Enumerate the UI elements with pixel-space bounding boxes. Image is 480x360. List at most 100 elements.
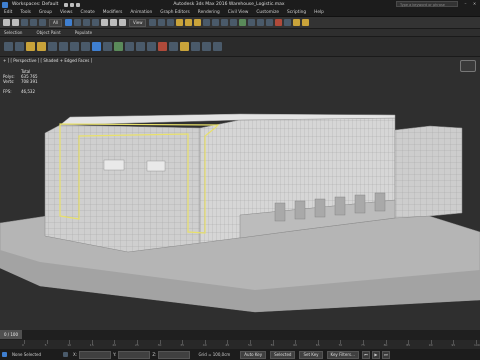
tool-20-icon[interactable] — [213, 42, 222, 51]
tool-15-icon[interactable] — [158, 42, 167, 51]
tool-6-icon[interactable] — [59, 42, 68, 51]
track-bar[interactable]: 0 5 10 15 20 25 30 35 40 45 50 55 60 65 70 75 80 85 90 95 10… — [0, 340, 480, 349]
goto-end-icon[interactable]: ⏭ — [381, 350, 390, 359]
x-coordinate-field[interactable] — [79, 350, 112, 359]
manipulate-icon[interactable] — [158, 19, 166, 26]
render-production-icon[interactable] — [302, 19, 310, 26]
angle-snap-icon[interactable] — [185, 19, 193, 26]
layer-explorer-icon[interactable] — [239, 19, 247, 26]
ribbon-tab-populate[interactable]: Populate — [75, 30, 92, 35]
tool-13-icon[interactable] — [136, 42, 145, 51]
named-selection-icon[interactable] — [212, 19, 220, 26]
tool-17-icon[interactable] — [180, 42, 189, 51]
tool-10-icon[interactable] — [103, 42, 112, 51]
spinner-snap-icon[interactable] — [203, 19, 211, 26]
select-rotate-icon[interactable] — [109, 19, 117, 26]
rectangular-selection-icon[interactable] — [82, 19, 90, 26]
reference-coordinate-dropdown[interactable]: View — [128, 18, 147, 27]
menu-bar: Edit Tools Group Views Create Modifiers … — [0, 9, 480, 17]
menu-modifiers[interactable]: Modifiers — [103, 10, 123, 15]
select-by-name-icon[interactable] — [73, 19, 81, 26]
z-coordinate-field[interactable] — [158, 350, 191, 359]
key-mode-dropdown[interactable]: Selected — [270, 350, 296, 359]
unlink-icon[interactable] — [30, 19, 37, 26]
timeline-tick-label: 25 — [135, 343, 139, 347]
auto-key-button[interactable]: Auto Key — [240, 350, 267, 359]
quick-access-redo-icon[interactable] — [76, 2, 81, 7]
menu-graph-editors[interactable]: Graph Editors — [160, 10, 190, 15]
frame-counter[interactable]: 0 / 100 — [0, 330, 22, 339]
menu-tools[interactable]: Tools — [20, 10, 31, 15]
timeline-tick-label: 65 — [315, 343, 320, 347]
render-setup-icon[interactable] — [284, 19, 292, 26]
quick-access-undo-icon[interactable] — [70, 2, 75, 7]
timeline-tick-label: 75 — [361, 343, 365, 347]
tool-2-icon[interactable] — [15, 42, 24, 51]
snaps-toggle-icon[interactable] — [176, 19, 184, 26]
percent-snap-icon[interactable] — [194, 19, 202, 26]
play-icon[interactable]: ▶ — [371, 350, 380, 359]
select-scale-icon[interactable] — [118, 19, 126, 26]
tool-1-icon[interactable] — [4, 42, 13, 51]
goto-start-icon[interactable]: ⏮ — [361, 350, 370, 359]
sun-icon[interactable] — [37, 42, 46, 51]
align-icon[interactable] — [230, 19, 238, 26]
tool-8-icon[interactable] — [81, 42, 90, 51]
quick-access-save-icon[interactable] — [64, 2, 69, 7]
time-slider[interactable]: 0 / 100 — [0, 330, 480, 340]
menu-scripting[interactable]: Scripting — [287, 10, 306, 15]
timeline-tick-label: 95 — [451, 343, 456, 347]
lighting-icon[interactable] — [26, 42, 35, 51]
menu-group[interactable]: Group — [39, 10, 52, 15]
ribbon-tab-object-paint[interactable]: Object Paint — [36, 30, 60, 35]
menu-civil-view[interactable]: Civil View — [228, 10, 249, 15]
selection-filter-dropdown[interactable]: All — [49, 18, 62, 27]
y-coordinate-field[interactable] — [118, 350, 151, 359]
tool-16-icon[interactable] — [169, 42, 178, 51]
tool-11-icon[interactable] — [114, 42, 123, 51]
tool-14-icon[interactable] — [147, 42, 156, 51]
pivot-center-icon[interactable] — [149, 19, 157, 26]
grid-size: Grid = 100,0cm — [198, 352, 231, 357]
menu-customize[interactable]: Customize — [256, 10, 279, 15]
menu-edit[interactable]: Edit — [4, 10, 12, 15]
workspace-selector[interactable]: Workspaces: Default — [12, 2, 58, 7]
perspective-viewport[interactable]: + ] [ Perspective ] [ Shaded + Edged Fac… — [0, 57, 480, 330]
rendered-frame-icon[interactable] — [293, 19, 301, 26]
ribbon-tab-selection[interactable]: Selection — [4, 30, 22, 35]
undo-icon[interactable] — [3, 19, 10, 26]
bind-space-warp-icon[interactable] — [39, 19, 46, 26]
title-bar: Workspaces: Default Autodesk 3ds Max 201… — [0, 0, 480, 9]
app-logo-icon[interactable] — [2, 1, 8, 8]
curve-editor-icon[interactable] — [257, 19, 265, 26]
tool-19-icon[interactable] — [202, 42, 211, 51]
timeline-tick-label: 0 — [22, 343, 24, 347]
window-crossing-icon[interactable] — [91, 19, 99, 26]
maxscript-listener-icon[interactable] — [2, 352, 7, 357]
menu-help[interactable]: Help — [314, 10, 324, 15]
menu-create[interactable]: Create — [80, 10, 94, 15]
tool-7-icon[interactable] — [70, 42, 79, 51]
tool-5-icon[interactable] — [48, 42, 57, 51]
minimize-icon[interactable]: – — [463, 1, 468, 7]
key-filters-button[interactable]: Key Filters... — [326, 350, 359, 359]
menu-views[interactable]: Views — [60, 10, 72, 15]
menu-rendering[interactable]: Rendering — [198, 10, 220, 15]
select-object-icon[interactable] — [64, 19, 72, 26]
close-icon[interactable]: ✕ — [472, 1, 477, 7]
keyboard-shortcut-icon[interactable] — [167, 19, 175, 26]
tool-18-icon[interactable] — [191, 42, 200, 51]
menu-animation[interactable]: Animation — [130, 10, 152, 15]
mirror-icon[interactable] — [221, 19, 229, 26]
lock-selection-icon[interactable] — [63, 352, 68, 357]
select-move-icon[interactable] — [100, 19, 108, 26]
tool-12-icon[interactable] — [125, 42, 134, 51]
set-key-button[interactable]: Set Key — [299, 350, 323, 359]
link-icon[interactable] — [21, 19, 28, 26]
material-editor-icon[interactable] — [275, 19, 283, 26]
redo-icon[interactable] — [12, 19, 19, 26]
tool-9-icon[interactable] — [92, 42, 101, 51]
graphite-toggle-icon[interactable] — [248, 19, 256, 26]
schematic-view-icon[interactable] — [266, 19, 274, 26]
help-search-input[interactable]: Type a keyword or phrase — [396, 1, 458, 7]
